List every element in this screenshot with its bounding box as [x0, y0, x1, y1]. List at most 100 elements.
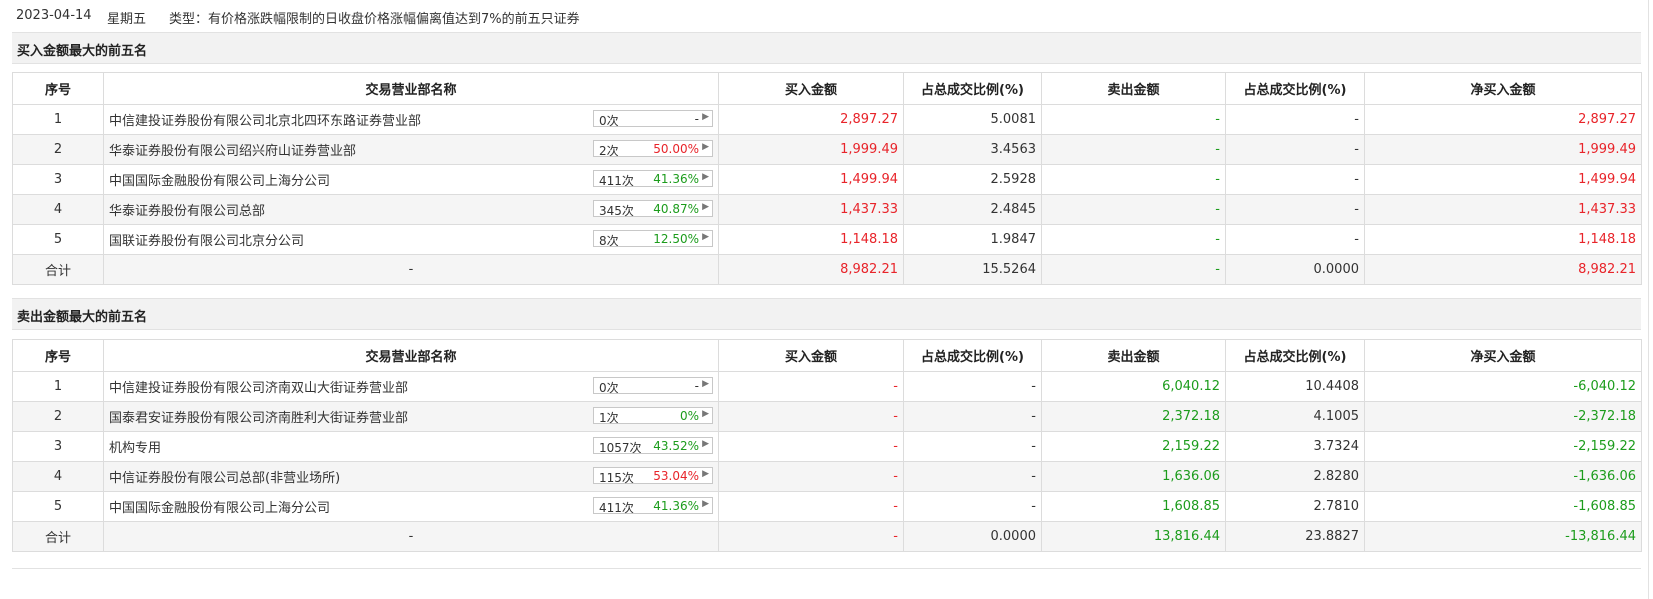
sell-amount: 6,040.12 [1041, 371, 1226, 402]
col-header-buy-pct: 占总成交比例(%) [903, 339, 1042, 372]
broker-name[interactable]: 中信建投证券股份有限公司北京北四环东路证券营业部 [109, 114, 421, 129]
broker-stats-dropdown[interactable]: 1次 0% ▶ [593, 407, 713, 425]
broker-name[interactable]: 国联证券股份有限公司北京分公司 [109, 234, 304, 249]
listing-count: 411次 [599, 501, 634, 515]
broker-stats-dropdown[interactable]: 0次 - ▶ [593, 377, 713, 395]
broker-stats-dropdown[interactable]: 0次 - ▶ [593, 110, 713, 128]
bottom-divider [12, 568, 1641, 569]
broker-name-cell[interactable]: 国泰君安证券股份有限公司济南胜利大街证券营业部 1次 0% ▶ [103, 401, 719, 432]
sell-ratio: - [1225, 104, 1365, 135]
broker-name[interactable]: 中国国际金融股份有限公司上海分公司 [109, 501, 330, 516]
listing-count: 411次 [599, 174, 634, 188]
buy-amount: 1,148.18 [718, 224, 904, 255]
table-row[interactable]: 2 国泰君安证券股份有限公司济南胜利大街证券营业部 1次 0% ▶ - -2,372.18 4… [12, 401, 1642, 432]
table-row[interactable]: 5 国联证券股份有限公司北京分公司 8次 12.50% ▶ 1,148.18 1.9847-… [12, 224, 1642, 255]
broker-name-cell[interactable]: 华泰证券股份有限公司绍兴府山证券营业部 2次 50.00% ▶ [103, 134, 719, 165]
sell-amount: 1,636.06 [1041, 461, 1226, 492]
broker-name[interactable]: 中信建投证券股份有限公司济南双山大街证券营业部 [109, 381, 408, 396]
sell-section-header: 卖出金额最大的前五名 [12, 298, 1641, 330]
sell-ratio: - [1225, 194, 1365, 225]
total-label: 合计 [12, 254, 104, 285]
caret-right-icon: ▶ [702, 469, 709, 479]
broker-stats-dropdown[interactable]: 115次 53.04% ▶ [593, 467, 713, 485]
listing-count: 115次 [599, 471, 634, 485]
broker-name[interactable]: 华泰证券股份有限公司绍兴府山证券营业部 [109, 144, 356, 159]
broker-name[interactable]: 国泰君安证券股份有限公司济南胜利大街证券营业部 [109, 411, 408, 426]
buy-amount: 1,499.94 [718, 164, 904, 195]
broker-name-cell[interactable]: 华泰证券股份有限公司总部 345次 40.87% ▶ [103, 194, 719, 225]
table-row[interactable]: 4 华泰证券股份有限公司总部 345次 40.87% ▶ 1,437.33 2.4845- -… [12, 194, 1642, 225]
sell-section-title: 卖出金额最大的前五名 [17, 310, 148, 325]
row-index: 5 [12, 491, 104, 522]
buy-amount: - [718, 461, 904, 492]
listing-count: 1次 [599, 411, 619, 425]
trade-weekday: 星期五 [107, 12, 147, 27]
total-sell-ratio: 0.0000 [1225, 254, 1365, 285]
broker-name-cell[interactable]: 机构专用 1057次 43.52% ▶ [103, 431, 719, 462]
broker-name-cell[interactable]: 中国国际金融股份有限公司上海分公司 411次 41.36% ▶ [103, 491, 719, 522]
broker-stats-dropdown[interactable]: 411次 41.36% ▶ [593, 497, 713, 515]
net-amount: -2,159.22 [1364, 431, 1642, 462]
net-amount: 2,897.27 [1364, 104, 1642, 135]
table-row[interactable]: 4 中信证券股份有限公司总部(非营业场所) 115次 53.04% ▶ - -1,636.0… [12, 461, 1642, 492]
col-header-buy: 买入金额 [718, 339, 904, 372]
broker-name[interactable]: 中国国际金融股份有限公司上海分公司 [109, 174, 330, 189]
win-rate: 50.00% [653, 142, 699, 156]
buy-amount: - [718, 401, 904, 432]
col-header-sell-pct: 占总成交比例(%) [1225, 72, 1365, 105]
broker-stats-dropdown[interactable]: 8次 12.50% ▶ [593, 230, 713, 248]
sell-amount: 1,608.85 [1041, 491, 1226, 522]
table-row[interactable]: 2 华泰证券股份有限公司绍兴府山证券营业部 2次 50.00% ▶ 1,999.49 3.4… [12, 134, 1642, 165]
broker-stats-dropdown[interactable]: 2次 50.00% ▶ [593, 140, 713, 158]
broker-name-cell[interactable]: 中信建投证券股份有限公司济南双山大街证券营业部 0次 - ▶ [103, 371, 719, 402]
broker-name-cell[interactable]: 中国国际金融股份有限公司上海分公司 411次 41.36% ▶ [103, 164, 719, 195]
col-header-sell: 卖出金额 [1041, 339, 1226, 372]
row-index: 3 [12, 431, 104, 462]
col-header-buy-pct: 占总成交比例(%) [903, 72, 1042, 105]
total-name: - [103, 254, 719, 285]
caret-right-icon: ▶ [702, 172, 709, 182]
broker-name-cell[interactable]: 国联证券股份有限公司北京分公司 8次 12.50% ▶ [103, 224, 719, 255]
total-net-amount: -13,816.44 [1364, 521, 1642, 552]
total-buy-amount: - [718, 521, 904, 552]
sell-ratio: 10.4408 [1225, 371, 1365, 402]
broker-name-cell[interactable]: 中信建投证券股份有限公司北京北四环东路证券营业部 0次 - ▶ [103, 104, 719, 135]
broker-name[interactable]: 机构专用 [109, 441, 161, 456]
total-row: 合计 - -0.0000 13,816.44 23.8827 -13,816.44 [12, 521, 1642, 552]
buy-amount: 1,437.33 [718, 194, 904, 225]
row-index: 1 [12, 371, 104, 402]
total-net-amount: 8,982.21 [1364, 254, 1642, 285]
caret-right-icon: ▶ [702, 379, 709, 389]
table-row[interactable]: 1 中信建投证券股份有限公司北京北四环东路证券营业部 0次 - ▶ 2,897.27 5.0… [12, 104, 1642, 135]
total-sell-ratio: 23.8827 [1225, 521, 1365, 552]
win-rate: - [694, 379, 699, 393]
listing-count: 345次 [599, 204, 634, 218]
broker-name-cell[interactable]: 中信证券股份有限公司总部(非营业场所) 115次 53.04% ▶ [103, 461, 719, 492]
buy-ratio: 1.9847 [903, 224, 1042, 255]
broker-stats-dropdown[interactable]: 411次 41.36% ▶ [593, 170, 713, 188]
table-row[interactable]: 3 机构专用 1057次 43.52% ▶ - -2,159.22 3.7324 -2,159.… [12, 431, 1642, 462]
broker-name[interactable]: 华泰证券股份有限公司总部 [109, 204, 265, 219]
caret-right-icon: ▶ [702, 142, 709, 152]
broker-stats-dropdown[interactable]: 1057次 43.52% ▶ [593, 437, 713, 455]
net-amount: 1,437.33 [1364, 194, 1642, 225]
row-index: 1 [12, 104, 104, 135]
broker-stats-dropdown[interactable]: 345次 40.87% ▶ [593, 200, 713, 218]
sell-amount: - [1041, 164, 1226, 195]
broker-name[interactable]: 中信证券股份有限公司总部(非营业场所) [109, 471, 340, 486]
table-row[interactable]: 3 中国国际金融股份有限公司上海分公司 411次 41.36% ▶ 1,499.94 2.5… [12, 164, 1642, 195]
win-rate: 43.52% [653, 439, 699, 453]
caret-right-icon: ▶ [702, 439, 709, 449]
row-index: 4 [12, 194, 104, 225]
col-header-name: 交易营业部名称 [103, 339, 719, 372]
sell-amount: - [1041, 194, 1226, 225]
sell-amount: - [1041, 224, 1226, 255]
table-row[interactable]: 5 中国国际金融股份有限公司上海分公司 411次 41.36% ▶ - -1,608.85 2… [12, 491, 1642, 522]
total-sell-amount: 13,816.44 [1041, 521, 1226, 552]
sell-ratio: 2.7810 [1225, 491, 1365, 522]
row-index: 3 [12, 164, 104, 195]
table-row[interactable]: 1 中信建投证券股份有限公司济南双山大街证券营业部 0次 - ▶ - -6,040.12 10… [12, 371, 1642, 402]
total-label: 合计 [12, 521, 104, 552]
caret-right-icon: ▶ [702, 409, 709, 419]
win-rate: 41.36% [653, 172, 699, 186]
